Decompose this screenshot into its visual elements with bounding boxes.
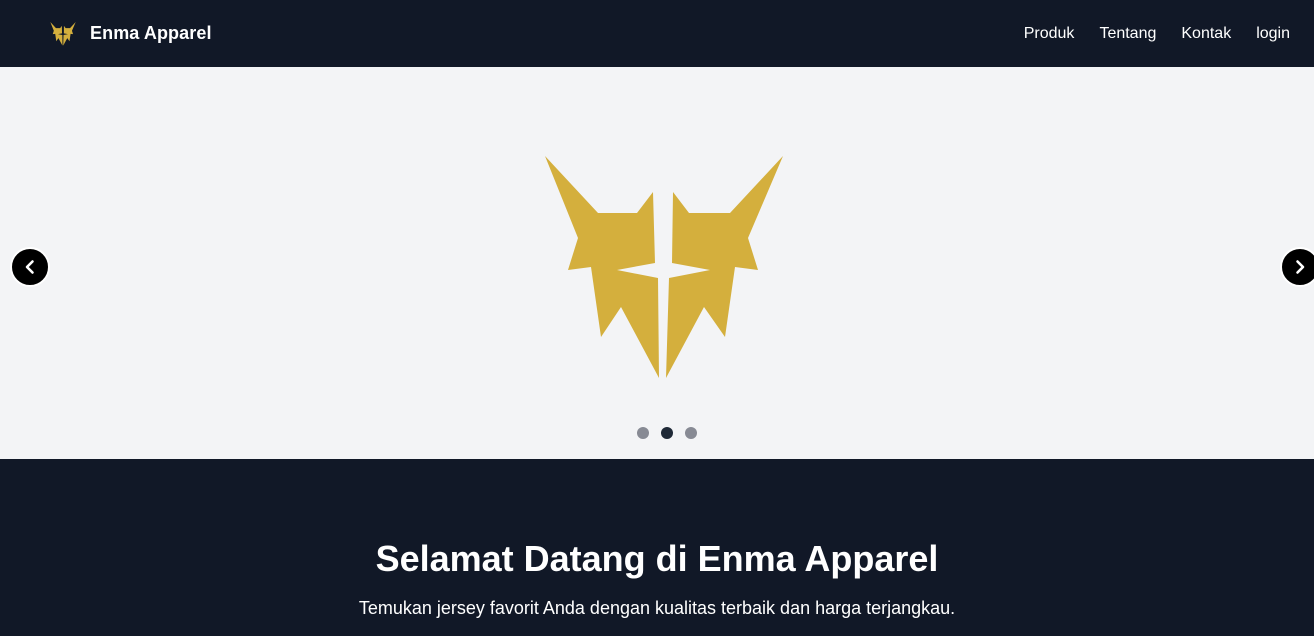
brand-link[interactable]: Enma Apparel <box>50 22 212 46</box>
nav-link-login[interactable]: login <box>1256 25 1290 43</box>
nav-links: Produk Tentang Kontak login <box>1024 25 1290 43</box>
nav-link-tentang[interactable]: Tentang <box>1099 25 1156 43</box>
slide-logo-image <box>544 156 784 381</box>
navbar: Enma Apparel Produk Tentang Kontak login <box>0 0 1314 67</box>
nav-link-produk[interactable]: Produk <box>1024 25 1075 43</box>
welcome-subtitle: Temukan jersey favorit Anda dengan kuali… <box>358 598 956 618</box>
brand-name: Enma Apparel <box>90 23 212 43</box>
welcome-title: Selamat Datang di Enma Apparel <box>375 538 939 579</box>
carousel-dot-3[interactable] <box>685 427 697 439</box>
carousel-next-button[interactable] <box>1280 247 1314 287</box>
carousel-dot-1[interactable] <box>637 427 649 439</box>
welcome-section: Selamat Datang di Enma Apparel Temukan j… <box>0 459 1314 636</box>
chevron-right-icon <box>1296 260 1305 274</box>
carousel-prev-button[interactable] <box>10 247 50 287</box>
chevron-left-icon <box>25 260 34 274</box>
nav-link-kontak[interactable]: Kontak <box>1181 25 1231 43</box>
carousel-indicators <box>637 427 697 439</box>
carousel-dot-2[interactable] <box>661 427 673 439</box>
hero-carousel <box>0 67 1314 459</box>
enma-logo-icon <box>50 22 76 46</box>
